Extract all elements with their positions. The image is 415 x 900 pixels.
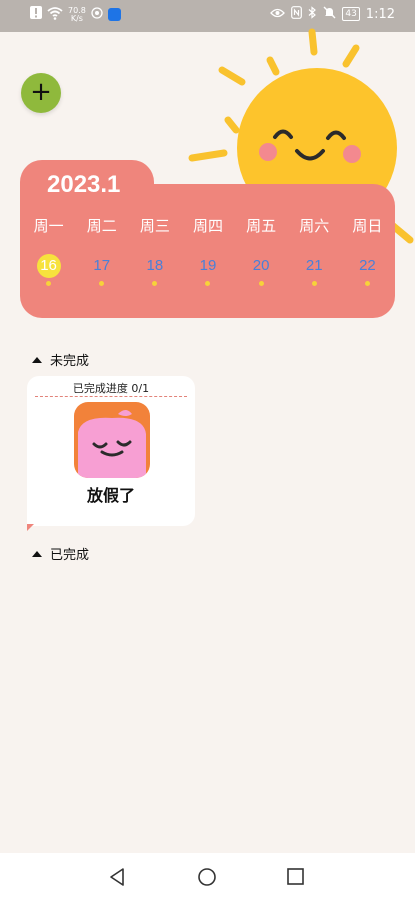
date-dot (364, 281, 370, 286)
calendar-year-month: 2023.1 (47, 171, 121, 198)
date-dot (258, 281, 264, 286)
calendar-card (20, 184, 395, 318)
date-dot (205, 281, 211, 286)
record-icon (91, 7, 103, 22)
task-avatar-icon (74, 402, 150, 478)
task-progress-label: 已完成进度 0/1 (72, 382, 150, 395)
date-dot (99, 281, 105, 286)
card-corner-marker (27, 524, 34, 531)
weekday-label: 周日 (352, 217, 383, 235)
date-number[interactable]: 17 (90, 254, 114, 278)
date-row: 16 17 18 19 20 21 22 (22, 254, 394, 286)
date-dot (46, 281, 52, 286)
weekday-label: 周四 (192, 217, 223, 235)
task-title: 放假了 (86, 486, 135, 505)
collapse-triangle-icon (32, 356, 42, 363)
date-number-today[interactable]: 16 (36, 254, 61, 278)
date-cell[interactable]: 16 (22, 254, 75, 286)
add-task-button[interactable]: + (21, 73, 61, 113)
weekday-row: 周一 周二 周三 周四 周五 周六 周日 (22, 215, 394, 236)
date-cell[interactable]: 21 (288, 254, 341, 286)
weekday-label: 周三 (139, 217, 170, 235)
date-cell[interactable]: 19 (181, 254, 234, 286)
collapse-triangle-icon (32, 550, 42, 557)
section-incomplete-label: 未完成 (50, 354, 90, 369)
date-dot (311, 281, 317, 286)
weekday-label: 周六 (299, 217, 330, 235)
weekday-label: 周二 (86, 217, 117, 235)
battery-icon: 43 (342, 7, 360, 21)
date-number[interactable]: 18 (143, 254, 167, 278)
navigation-bar (0, 853, 415, 900)
date-number[interactable]: 20 (249, 254, 273, 278)
section-complete-label: 已完成 (50, 548, 90, 563)
back-icon[interactable] (108, 867, 128, 887)
weekday-label: 周一 (33, 217, 64, 235)
section-complete-header[interactable]: 已完成 (32, 544, 89, 563)
date-dot (152, 281, 158, 286)
home-icon[interactable] (197, 867, 217, 887)
eye-icon (270, 7, 286, 21)
date-cell[interactable]: 22 (341, 254, 394, 286)
section-incomplete-header[interactable]: 未完成 (32, 350, 89, 369)
alert-icon (30, 6, 42, 23)
wifi-icon (47, 6, 63, 23)
date-number[interactable]: 21 (302, 254, 326, 278)
network-speed: 70.8 K/s (68, 5, 86, 23)
app-notification-icon (107, 8, 121, 21)
date-number[interactable]: 22 (355, 254, 379, 278)
divider (35, 396, 187, 397)
date-number[interactable]: 19 (196, 254, 220, 278)
weekday-label: 周五 (246, 217, 277, 235)
task-card[interactable]: 已完成进度 0/1 放假了 (27, 376, 195, 526)
date-cell[interactable]: 20 (235, 254, 288, 286)
recents-icon[interactable] (286, 867, 306, 887)
date-cell[interactable]: 17 (75, 254, 128, 286)
date-cell[interactable]: 18 (128, 254, 181, 286)
